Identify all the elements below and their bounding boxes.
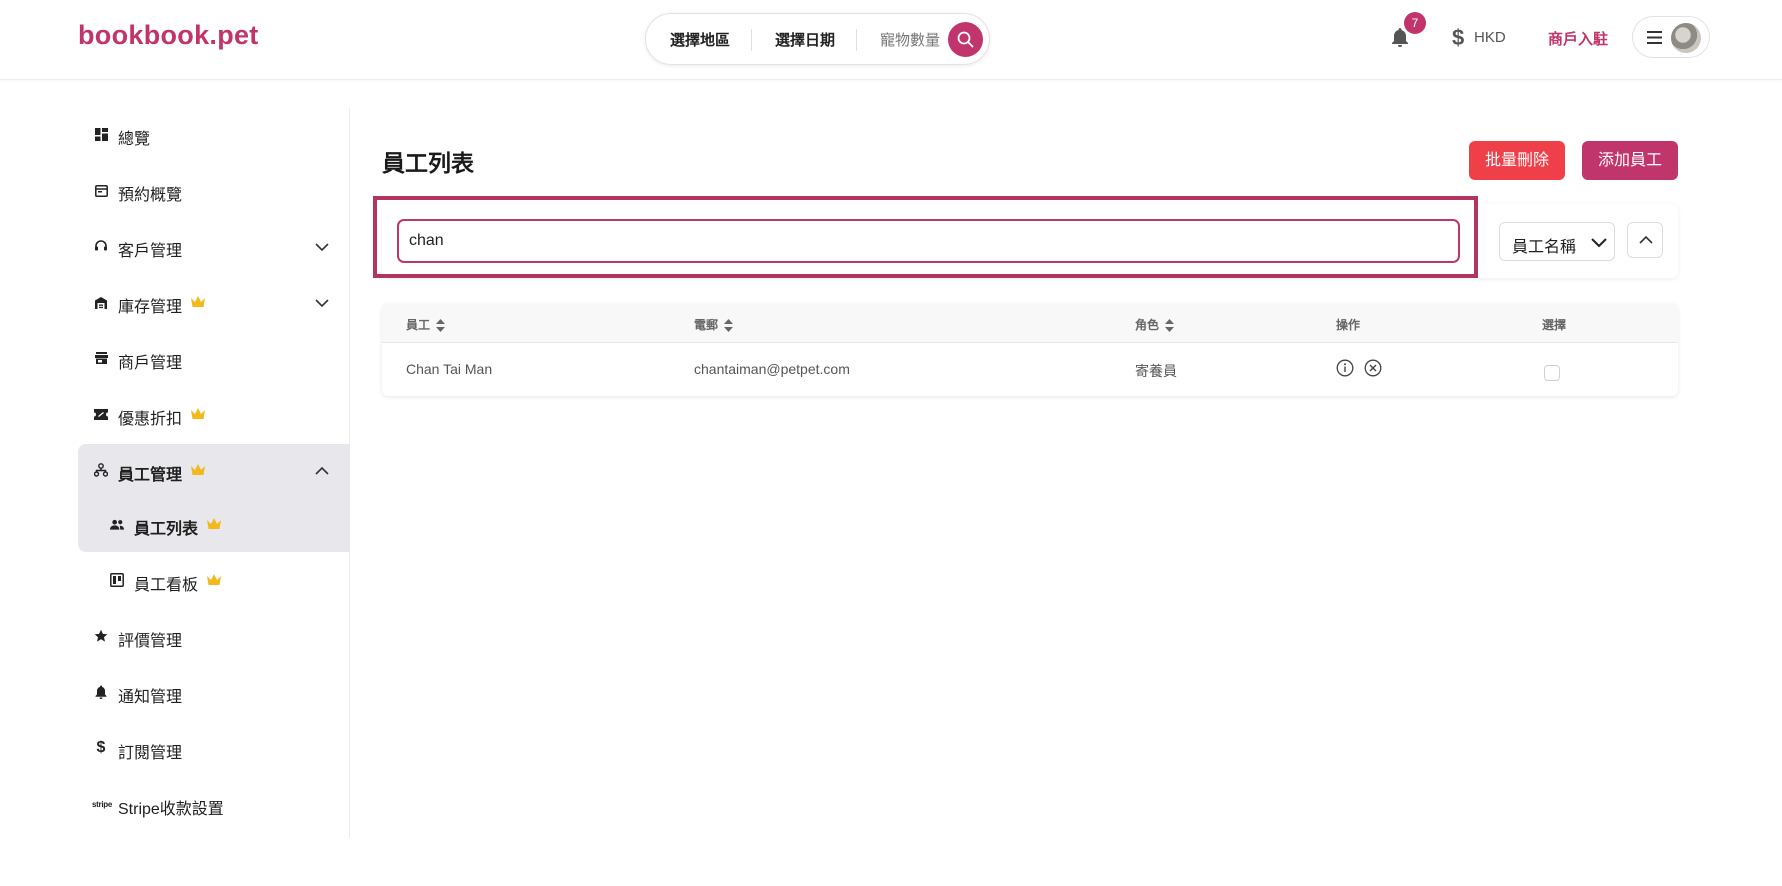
sidebar-item-label: 商戶管理 [118,355,183,372]
sidebar-item-label: 訂閱管理 [118,745,183,762]
chevron-down-icon [315,299,329,308]
org-chart-icon [94,463,108,477]
sidebar-item-staff-management[interactable]: 員工管理 [78,444,350,498]
row-select-checkbox[interactable] [1544,365,1560,381]
sidebar-item-notifications[interactable]: 通知管理 [78,666,350,720]
divider [856,29,857,51]
sidebar-item-label: 員工列表 [134,521,199,538]
sort-icon [436,319,446,333]
sidebar-item-label: 員工看板 [134,577,199,594]
sidebar-item-inventory[interactable]: 庫存管理 [78,276,350,330]
table-row: Chan Tai Man chantaiman@petpet.com 寄養員 [382,343,1678,396]
logo[interactable]: bookbook.pet [78,20,259,51]
crown-icon [191,296,205,307]
star-icon [94,629,108,643]
currency-selector[interactable]: HKD [1474,29,1506,46]
sidebar-item-staff-board[interactable]: 員工看板 [78,554,350,608]
bell-icon [94,685,108,699]
sidebar: 總覽 預約概覽 客戶管理 庫存管理 商戶管理 優惠折扣 員工管理 員工列表 員工… [78,108,350,838]
chevron-down-icon [315,243,329,252]
staff-table: 員工 電郵 角色 操作 選擇 Chan Tai Man chantaiman@p… [382,304,1678,396]
stripe-icon: stripe [92,799,112,809]
sidebar-item-discounts[interactable]: 優惠折扣 [78,388,350,442]
sidebar-item-label: Stripe收款設置 [118,801,224,818]
warehouse-icon [94,295,108,309]
divider [751,29,752,51]
date-selector[interactable]: 選擇日期 [775,29,835,50]
sort-field-select[interactable]: 員工名稱 [1499,222,1615,261]
sidebar-item-bookings[interactable]: 預約概覽 [78,164,350,218]
table-header: 員工 電郵 角色 操作 選擇 [382,304,1678,343]
calendar-icon [94,183,108,197]
sort-icon [1165,319,1175,333]
staff-search-input[interactable] [397,219,1460,263]
pet-count-selector[interactable]: 寵物數量 [880,29,940,50]
crown-icon [191,464,205,475]
crown-icon [191,408,205,419]
people-icon [110,517,124,531]
sidebar-item-stripe[interactable]: stripe Stripe收款設置 [78,778,350,832]
sidebar-item-label: 客戶管理 [118,243,183,260]
merchant-signup-link[interactable]: 商戶入駐 [1548,28,1608,49]
dashboard-icon [94,127,108,141]
notification-badge: 7 [1404,12,1426,34]
search-button[interactable] [948,22,983,57]
sidebar-item-label: 總覽 [118,131,151,148]
chevron-up-icon [1639,235,1653,244]
search-icon [957,31,974,48]
column-header-actions: 操作 [1336,318,1361,332]
staff-email: chantaiman@petpet.com [694,361,850,377]
column-header-email[interactable]: 電郵 [694,316,734,333]
crown-icon [207,518,221,529]
sidebar-item-customers[interactable]: 客戶管理 [78,220,350,274]
chevron-up-icon [315,466,329,475]
menu-icon [1647,31,1662,44]
sort-field-label: 員工名稱 [1512,239,1577,256]
dollar-icon: $ [96,739,106,756]
page-title: 員工列表 [382,150,474,176]
kanban-icon [110,573,124,587]
top-header: bookbook.pet 選擇地區 選擇日期 寵物數量 7 $ HKD 商戶入駐 [0,0,1782,80]
search-bar[interactable]: 選擇地區 選擇日期 寵物數量 [645,13,990,65]
sidebar-item-dashboard[interactable]: 總覽 [78,108,350,162]
sidebar-item-label: 評價管理 [118,633,183,650]
staff-role: 寄養員 [1135,363,1177,379]
sidebar-item-label: 通知管理 [118,689,183,706]
chevron-down-icon [1591,238,1607,248]
sidebar-item-reviews[interactable]: 評價管理 [78,610,350,664]
sidebar-item-label: 員工管理 [118,467,183,484]
store-icon [94,351,108,365]
sort-icon [724,319,734,333]
sidebar-item-label: 庫存管理 [118,299,183,316]
dollar-icon: $ [1452,25,1465,50]
add-staff-button[interactable]: 添加員工 [1582,141,1678,180]
staff-name: Chan Tai Man [406,361,493,377]
delete-icon[interactable] [1364,359,1382,377]
bulk-delete-button[interactable]: 批量刪除 [1469,141,1565,180]
sidebar-item-staff-list[interactable]: 員工列表 [78,498,350,552]
user-menu[interactable] [1632,16,1710,58]
sidebar-item-subscription[interactable]: $ 訂閱管理 [78,722,350,776]
column-header-staff[interactable]: 員工 [406,316,446,333]
column-header-select: 選擇 [1542,318,1567,332]
headset-icon [94,239,108,253]
sort-direction-button[interactable] [1627,222,1663,258]
sidebar-item-merchant[interactable]: 商戶管理 [78,332,350,386]
avatar [1671,23,1701,53]
sidebar-item-label: 優惠折扣 [118,411,183,428]
info-icon[interactable] [1336,359,1354,377]
region-selector[interactable]: 選擇地區 [670,29,730,50]
crown-icon [207,574,221,585]
ticket-icon [94,407,108,421]
column-header-role[interactable]: 角色 [1135,316,1175,333]
sidebar-item-label: 預約概覽 [118,187,183,204]
